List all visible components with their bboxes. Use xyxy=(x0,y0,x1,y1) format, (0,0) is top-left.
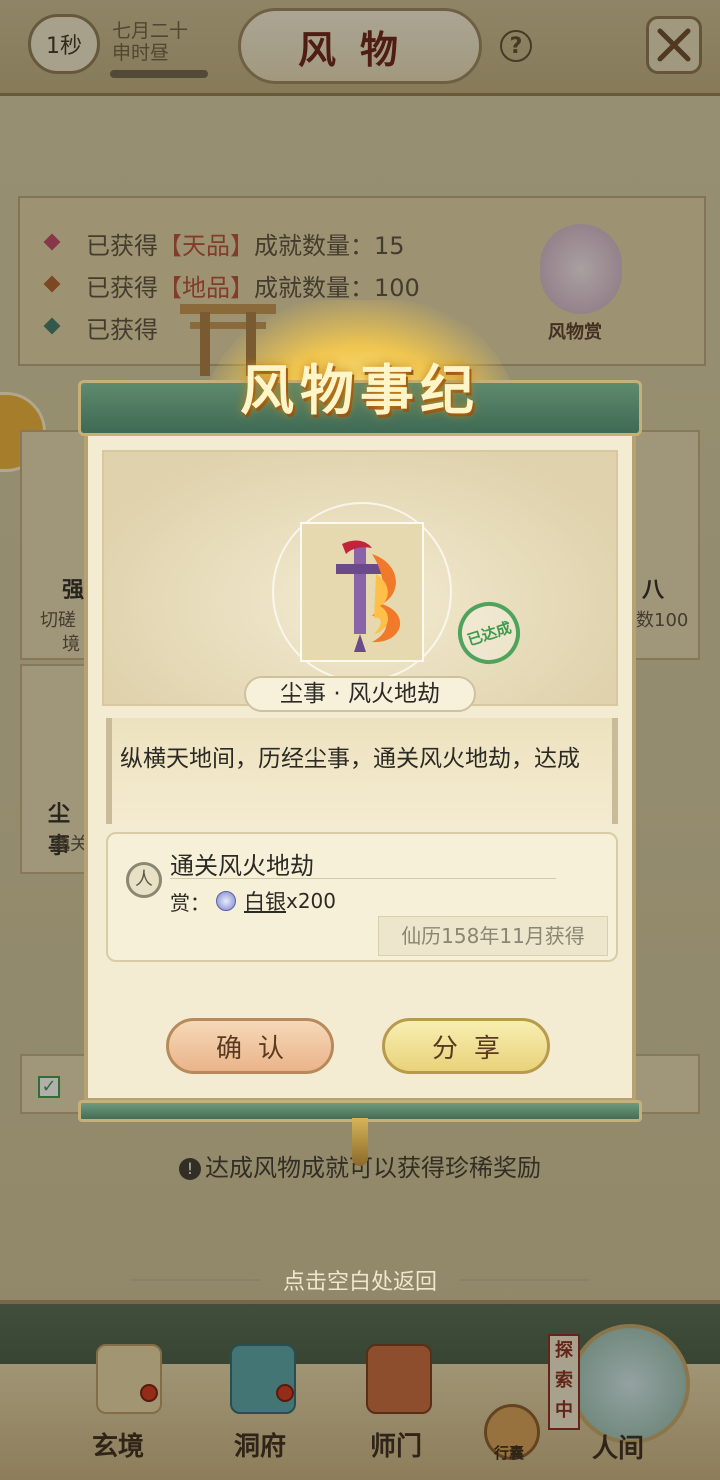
reward-panel: 人 通关风火地劫 赏： 白银 x200 仙历158年11月获得 xyxy=(106,832,618,962)
confirm-button[interactable]: 确认 xyxy=(166,1018,334,1074)
tassel xyxy=(352,1118,368,1166)
reward-label: 赏： xyxy=(170,890,210,915)
share-button[interactable]: 分享 xyxy=(382,1018,550,1074)
reward-quantity: x200 xyxy=(286,889,337,913)
item-name-plate: 尘事 · 风火地劫 xyxy=(244,676,476,712)
divider xyxy=(170,878,556,879)
reward-row: 赏： 白银 x200 xyxy=(170,886,336,916)
modal-title: 风物事纪 xyxy=(240,358,480,422)
achieved-stamp: 已达成 xyxy=(449,593,529,673)
person-icon: 人 xyxy=(126,862,162,898)
silver-coin-icon xyxy=(216,891,236,911)
item-frame xyxy=(300,522,424,662)
reward-item-link[interactable]: 白银 xyxy=(244,886,286,916)
flaming-sword-icon xyxy=(336,540,401,652)
acquired-date: 仙历158年11月获得 xyxy=(378,916,608,956)
achievement-description: 纵横天地间，历经尘事，通关风火地劫，达成 xyxy=(106,718,618,824)
requirement-title: 通关风火地劫 xyxy=(170,852,314,880)
item-artwork-panel: 已达成 xyxy=(102,450,618,706)
achievement-detail-modal: 风物事纪 已达成 尘事 · 风火地劫 纵横天地间，历经尘事，通关风火地劫，达成 … xyxy=(0,0,720,1480)
